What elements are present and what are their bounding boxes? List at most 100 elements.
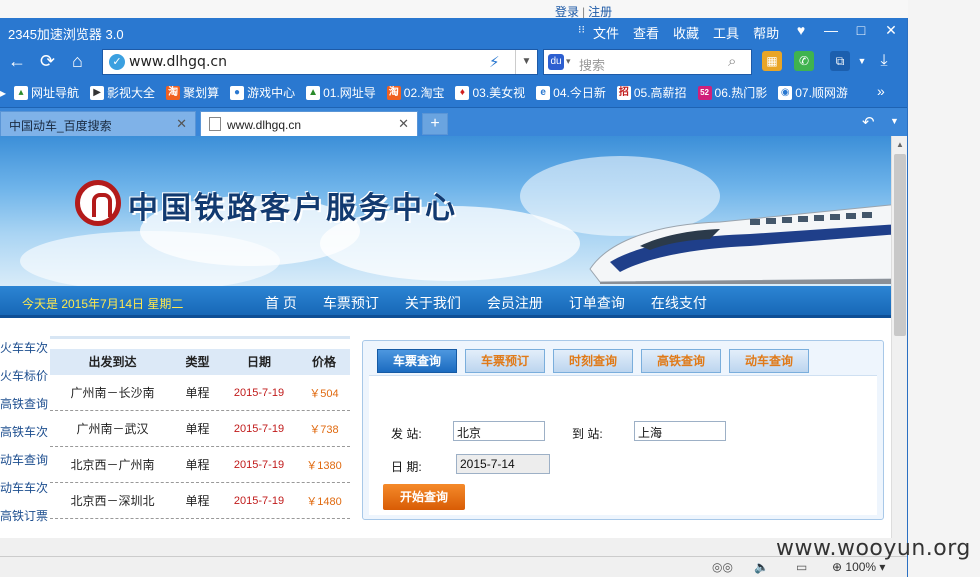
ticket-query-panel: 车票查询 车票预订 时刻查询 高铁查询 动车查询 发 站: 北京 到 站: 上海…	[362, 340, 884, 520]
menu-favorites[interactable]: 收藏	[673, 23, 699, 42]
address-bar[interactable]: ✓ www.dlhgq.cn ⚡ ▼	[102, 49, 538, 75]
bookmark-item[interactable]: ◉ 07.顺网游	[778, 84, 848, 101]
bookmark-item[interactable]: e 04.今日新	[536, 84, 606, 101]
nav-bar-shadow	[0, 315, 891, 318]
undo-close-tab-icon[interactable]: ↶	[862, 113, 875, 131]
header-type: 类型	[185, 355, 210, 369]
bookmark-item[interactable]: ● 游戏中心	[230, 84, 295, 101]
screenshot-dropdown-icon[interactable]: ▼	[852, 51, 872, 71]
new-tab-button[interactable]: +	[422, 113, 448, 135]
left-link-item[interactable]: 火车标价	[0, 369, 48, 397]
search-placeholder[interactable]: 搜索	[579, 55, 605, 74]
phone-icon[interactable]: ✆	[794, 51, 814, 71]
left-link-item[interactable]: 高铁车次	[0, 425, 48, 453]
tab-emu-query[interactable]: 动车查询	[729, 349, 809, 373]
tab-timetable-query[interactable]: 时刻查询	[553, 349, 633, 373]
zoom-level[interactable]: ⊕ 100% ▾	[832, 560, 885, 574]
register-link[interactable]: 注册	[588, 5, 612, 19]
title-bar: 2345加速浏览器 3.0 ⁝⁝ 文件 查看 收藏 工具 帮助 ♥ — □ ✕	[0, 18, 907, 44]
speed-mode-icon[interactable]: ⚡	[489, 53, 500, 71]
back-arrow-icon[interactable]: ←	[8, 50, 26, 72]
nav-online-pay[interactable]: 在线支付	[651, 293, 707, 313]
scroll-thumb[interactable]	[894, 154, 906, 336]
bookmark-label: 03.美女视	[472, 86, 526, 100]
price-cell: ￥1480	[306, 495, 342, 508]
bookmark-favicon: ◉	[778, 85, 793, 100]
query-tabs: 车票查询 车票预订 时刻查询 高铁查询 动车查询	[377, 349, 817, 373]
railway-logo-icon	[75, 180, 121, 226]
date-label: 日 期:	[391, 460, 422, 474]
search-box[interactable]: du ▾ 搜索 ⌕	[543, 49, 752, 75]
site-nav-links: 首 页 车票预订 关于我们 会员注册 订单查询 在线支付	[265, 293, 733, 313]
date-input[interactable]: 2015-7-14	[456, 454, 550, 474]
scroll-up-icon[interactable]: ▲	[896, 140, 904, 149]
address-dropdown-icon[interactable]: ▼	[515, 50, 537, 74]
left-link-item[interactable]: 高铁查询	[0, 397, 48, 425]
smart-view-icon[interactable]: ◎◎	[712, 560, 733, 574]
undo-close-dropdown-icon[interactable]: ▼	[890, 116, 899, 126]
address-text[interactable]: www.dlhgq.cn	[129, 54, 227, 70]
left-link-item[interactable]: 动车车次	[0, 481, 48, 509]
nav-home[interactable]: 首 页	[265, 293, 297, 313]
security-shield-icon: ✓	[109, 54, 125, 70]
login-link[interactable]: 登录	[555, 5, 579, 19]
volume-icon[interactable]: 🔈	[754, 560, 769, 574]
skin-icon[interactable]: ♥	[786, 20, 816, 40]
bookmark-item[interactable]: 52 06.热门影	[697, 84, 767, 101]
maximize-button[interactable]: □	[846, 20, 876, 40]
close-window-button[interactable]: ✕	[876, 20, 906, 40]
type-cell: 单程	[185, 494, 210, 508]
left-link-item[interactable]: 火车车次	[0, 341, 48, 369]
search-engine-caret-icon[interactable]: ▾	[566, 56, 571, 67]
table-row[interactable]: 北京西－深圳北 单程 2015-7-19 ￥1480	[50, 483, 350, 519]
menu-view[interactable]: 查看	[633, 23, 659, 42]
from-station-input[interactable]: 北京	[453, 421, 545, 441]
table-row[interactable]: 广州南－武汉 单程 2015-7-19 ￥738	[50, 411, 350, 447]
refresh-icon[interactable]: ⟳	[40, 50, 55, 72]
bookmark-item[interactable]: 招 05.高薪招	[616, 84, 687, 101]
bookmark-bar-edge-icon: ▸	[0, 85, 7, 100]
window-icon[interactable]: ▭	[796, 560, 807, 574]
tab-dlhgq[interactable]: www.dlhgq.cn ✕	[200, 111, 418, 136]
bookmark-item[interactable]: 淘聚划算	[166, 84, 219, 101]
bookmark-label: 05.高薪招	[633, 86, 687, 100]
more-bookmarks-icon[interactable]: »	[877, 83, 885, 99]
search-icon[interactable]: ⌕	[728, 53, 736, 70]
nav-order-query[interactable]: 订单查询	[569, 293, 625, 313]
tab-ticket-query[interactable]: 车票查询	[377, 349, 457, 373]
watermark-text: www.wooyun.org	[776, 536, 971, 561]
search-engine-icon[interactable]: du	[548, 54, 564, 70]
menu-help[interactable]: 帮助	[753, 23, 779, 42]
menu-grid-icon[interactable]: ⁝⁝	[578, 23, 585, 42]
bookmark-item[interactable]: ▶ 影视大全	[90, 84, 155, 101]
bookmark-item[interactable]: ▲ 01.网址导	[306, 84, 376, 101]
home-icon[interactable]: ⌂	[72, 50, 83, 72]
to-station-input[interactable]: 上海	[634, 421, 726, 441]
menu-bar: ⁝⁝ 文件 查看 收藏 工具 帮助	[578, 23, 779, 42]
left-link-item[interactable]: 动车查询	[0, 453, 48, 481]
close-tab-icon[interactable]: ✕	[398, 116, 409, 132]
left-link-item[interactable]: 高铁订票	[0, 509, 48, 537]
download-icon[interactable]: ⤓	[874, 51, 894, 71]
start-query-button[interactable]: 开始查询	[383, 484, 465, 510]
minimize-button[interactable]: —	[816, 20, 846, 40]
tab-high-speed-query[interactable]: 高铁查询	[641, 349, 721, 373]
apps-icon[interactable]: ▦	[762, 51, 782, 71]
bookmark-item[interactable]: ♦ 03.美女视	[455, 84, 525, 101]
tab-baidu-search[interactable]: 中国动车_百度搜索 ✕	[0, 111, 196, 136]
vertical-scrollbar[interactable]: ▲ ▼	[891, 136, 907, 556]
tab-ticket-booking[interactable]: 车票预订	[465, 349, 545, 373]
table-row[interactable]: 北京西－广州南 单程 2015-7-19 ￥1380	[50, 447, 350, 483]
menu-tools[interactable]: 工具	[713, 23, 739, 42]
nav-ticket-booking[interactable]: 车票预订	[323, 293, 379, 313]
nav-register[interactable]: 会员注册	[487, 293, 543, 313]
bookmark-label: 聚划算	[183, 86, 220, 100]
table-row[interactable]: 广州南－长沙南 单程 2015-7-19 ￥504	[50, 375, 350, 411]
bookmarks-bar: ▸ ▴ 网址导航 ▶ 影视大全 淘聚划算 ● 游戏中心 ▲ 01.网址导 淘 02.淘宝 ♦…	[0, 78, 907, 108]
nav-about[interactable]: 关于我们	[405, 293, 461, 313]
bookmark-item[interactable]: 淘 02.淘宝	[386, 84, 444, 101]
menu-file[interactable]: 文件	[593, 23, 619, 42]
screenshot-icon[interactable]: ⧉	[830, 51, 850, 71]
close-tab-icon[interactable]: ✕	[176, 116, 187, 132]
bookmark-item[interactable]: ▸ ▴ 网址导航	[0, 84, 79, 101]
